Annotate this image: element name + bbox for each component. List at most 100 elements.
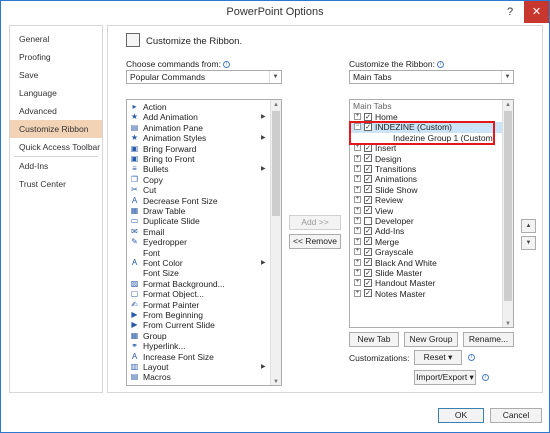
command-item[interactable]: ▭ Duplicate Slide (127, 216, 270, 226)
nav-item-general[interactable]: General (10, 30, 102, 48)
command-item[interactable]: ✎ Eyedropper (127, 237, 270, 247)
expand-icon[interactable]: + (354, 196, 361, 204)
reset-button[interactable]: Reset ▾ (414, 350, 462, 365)
command-item[interactable]: A Decrease Font Size (127, 196, 270, 206)
scroll-down-icon[interactable]: ▼ (503, 319, 513, 327)
expand-icon[interactable]: + (354, 206, 361, 214)
command-item[interactable]: ▶ From Current Slide (127, 320, 270, 330)
ribbon-tab-item[interactable]: + ✓ Slide Show (350, 185, 503, 195)
expand-icon[interactable]: + (354, 144, 361, 152)
tree-scrollbar[interactable]: ▲ ▼ (502, 100, 513, 327)
tab-checkbox[interactable] (364, 216, 372, 225)
command-item[interactable]: ★ Add Animation ▶ (127, 112, 270, 122)
tab-checkbox[interactable]: ✓ (364, 174, 372, 183)
ribbon-tab-item[interactable]: + ✓ Slide Master (350, 268, 503, 278)
command-item[interactable]: ▣ Bring to Front (127, 154, 270, 164)
nav-item-customize-ribbon[interactable]: Customize Ribbon (10, 120, 102, 138)
expand-icon[interactable]: + (354, 289, 361, 297)
move-up-button[interactable]: ▲ (521, 219, 536, 233)
ribbon-tab-item[interactable]: + ✓ View (350, 206, 503, 216)
command-item[interactable]: ▣ Bring Forward (127, 144, 270, 154)
scroll-thumb[interactable] (504, 111, 512, 301)
scroll-thumb[interactable] (272, 111, 280, 216)
command-item[interactable]: Font (127, 248, 270, 258)
command-item[interactable]: ✂ Cut (127, 185, 270, 195)
expand-icon[interactable]: + (354, 185, 361, 193)
command-item[interactable]: ▦ Group (127, 331, 270, 341)
ribbon-tab-item[interactable]: + Developer (350, 216, 503, 226)
close-button[interactable]: ✕ (524, 1, 549, 23)
command-item[interactable]: A Increase Font Size (127, 352, 270, 362)
nav-item-advanced[interactable]: Advanced (10, 102, 102, 120)
expand-icon[interactable]: + (354, 258, 361, 266)
cancel-button[interactable]: Cancel (490, 408, 542, 423)
command-item[interactable]: A Font Color ▶ (127, 258, 270, 268)
tab-checkbox[interactable]: ✓ (364, 258, 372, 267)
new-tab-button[interactable]: New Tab (349, 332, 399, 347)
expand-icon[interactable]: + (354, 154, 361, 162)
nav-item-save[interactable]: Save (10, 66, 102, 84)
scroll-up-icon[interactable]: ▲ (271, 100, 281, 110)
ribbon-tab-item[interactable]: + ✓ Animations (350, 174, 503, 184)
ok-button[interactable]: OK (438, 408, 484, 423)
tab-checkbox[interactable]: ✓ (364, 237, 372, 246)
tab-checkbox[interactable]: ✓ (364, 195, 372, 204)
command-item[interactable]: ⚭ Hyperlink... (127, 341, 270, 351)
expand-icon[interactable]: + (354, 248, 361, 256)
import-export-button[interactable]: Import/Export ▾ (414, 370, 476, 385)
expand-icon[interactable]: + (354, 113, 361, 120)
remove-button[interactable]: << Remove (289, 234, 341, 249)
command-item[interactable]: ▤ Macros (127, 372, 270, 382)
ribbon-tab-item[interactable]: + ✓ Grayscale (350, 247, 503, 257)
expand-icon[interactable]: + (354, 165, 361, 172)
nav-item-add-ins[interactable]: Add-Ins (10, 157, 102, 175)
command-item[interactable]: ▸ Action (127, 102, 270, 112)
tab-checkbox[interactable]: ✓ (364, 164, 372, 173)
expand-icon[interactable]: + (354, 279, 361, 287)
commands-list[interactable]: ▸ Action ★ Add Animation ▶ ▤ Animation Pane ★ An… (126, 99, 282, 386)
scroll-down-icon[interactable]: ▼ (271, 377, 281, 385)
customize-ribbon-dropdown[interactable]: Main Tabs ▼ (349, 70, 514, 84)
ribbon-tab-item[interactable]: + ✓ Add-Ins (350, 226, 503, 236)
nav-item-quick-access-toolbar[interactable]: Quick Access Toolbar (10, 138, 102, 156)
command-item[interactable]: ▥ Layout ▶ (127, 362, 270, 372)
ribbon-tab-item[interactable]: + ✓ Notes Master (350, 289, 503, 299)
command-item[interactable]: ≡ Bullets ▶ (127, 164, 270, 174)
command-item[interactable]: ▢ Format Object... (127, 289, 270, 299)
tab-checkbox[interactable]: ✓ (364, 112, 372, 121)
tab-checkbox[interactable]: ✓ (364, 247, 372, 256)
tab-checkbox[interactable]: ✓ (364, 268, 372, 277)
ribbon-tab-item[interactable]: + ✓ Handout Master (350, 278, 503, 288)
tab-checkbox[interactable]: ✓ (364, 278, 372, 287)
command-item[interactable]: ▦ Draw Table (127, 206, 270, 216)
move-down-button[interactable]: ▼ (521, 236, 536, 250)
scroll-up-icon[interactable]: ▲ (503, 100, 513, 110)
command-item[interactable]: ✉ Email (127, 227, 270, 237)
expand-icon[interactable]: + (354, 237, 361, 245)
choose-commands-dropdown[interactable]: Popular Commands ▼ (126, 70, 282, 84)
tab-checkbox[interactable]: ✓ (364, 226, 372, 235)
ribbon-tab-item[interactable]: + ✓ Transitions (350, 164, 503, 174)
rename-button[interactable]: Rename... (463, 332, 514, 347)
expand-icon[interactable]: + (354, 227, 361, 235)
nav-item-language[interactable]: Language (10, 84, 102, 102)
command-item[interactable]: ▶ From Beginning (127, 310, 270, 320)
tab-checkbox[interactable]: ✓ (364, 206, 372, 215)
command-item[interactable]: ✍ Format Painter (127, 300, 270, 310)
command-item[interactable]: ★ Animation Styles ▶ (127, 133, 270, 143)
command-item[interactable]: ▨ Format Background... (127, 279, 270, 289)
ribbon-tab-item[interactable]: + ✓ Review (350, 195, 503, 205)
commands-scrollbar[interactable]: ▲ ▼ (270, 100, 281, 385)
ribbon-tab-item[interactable]: + ✓ Black And White (350, 258, 503, 268)
nav-item-trust-center[interactable]: Trust Center (10, 175, 102, 193)
new-group-button[interactable]: New Group (404, 332, 458, 347)
expand-icon[interactable]: + (354, 175, 361, 183)
expand-icon[interactable]: + (354, 217, 361, 224)
command-item[interactable]: ❐ Copy (127, 175, 270, 185)
nav-item-proofing[interactable]: Proofing (10, 48, 102, 66)
add-button[interactable]: Add >> (289, 215, 341, 230)
help-button[interactable]: ? (498, 1, 522, 23)
command-item[interactable]: ▤ Animation Pane (127, 123, 270, 133)
expand-icon[interactable]: + (354, 269, 361, 276)
tab-checkbox[interactable]: ✓ (364, 154, 372, 163)
